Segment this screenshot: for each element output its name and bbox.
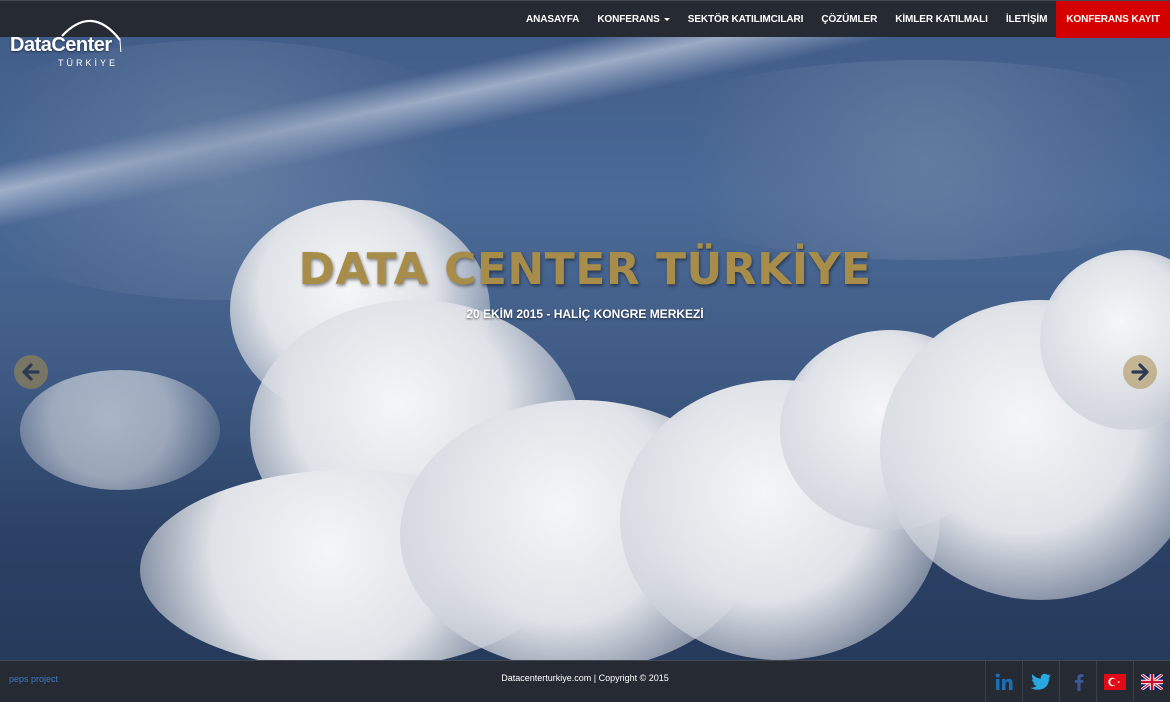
twitter-icon [1030, 673, 1051, 690]
facebook-icon [1074, 674, 1084, 691]
linkedin-button[interactable] [985, 661, 1022, 702]
logo-text: DataCenter [10, 34, 112, 56]
logo-subtext: TÜRKİYE [58, 58, 119, 68]
hero-background [0, 0, 1170, 660]
nav-menu: ANASAYFA KONFERANS SEKTÖR KATILIMCILARI … [517, 1, 1170, 38]
language-turkish-button[interactable] [1096, 661, 1133, 702]
top-navbar: ANASAYFA KONFERANS SEKTÖR KATILIMCILARI … [0, 0, 1170, 38]
arrow-left-icon [22, 363, 40, 381]
nav-item-iletisim[interactable]: İLETİŞİM [997, 1, 1056, 38]
carousel-prev-button[interactable] [14, 355, 48, 389]
twitter-button[interactable] [1022, 661, 1059, 702]
arrow-right-icon [1131, 363, 1149, 381]
footer: peps project Datacenterturkiye.com | Cop… [0, 660, 1170, 702]
nav-item-konferans-kayit[interactable]: KONFERANS KAYIT [1056, 1, 1170, 38]
hero-title: DATA CENTER TÜRKİYE [298, 244, 872, 295]
linkedin-icon [995, 673, 1013, 690]
nav-item-konferans[interactable]: KONFERANS [588, 1, 678, 38]
social-links [985, 661, 1170, 702]
nav-item-anasayfa[interactable]: ANASAYFA [517, 1, 588, 38]
uk-flag-icon [1141, 674, 1163, 690]
site-logo[interactable]: DataCenter TÜRKİYE [10, 12, 130, 72]
hero-subtitle: 20 EKİM 2015 - HALİÇ KONGRE MERKEZİ [466, 307, 704, 321]
nav-item-sektor-katilimcilari[interactable]: SEKTÖR KATILIMCILARI [679, 1, 813, 38]
caret-down-icon [663, 17, 670, 21]
turkish-flag-icon [1104, 674, 1126, 690]
nav-item-cozumler[interactable]: ÇÖZÜMLER [812, 1, 886, 38]
language-english-button[interactable] [1133, 661, 1170, 702]
carousel-next-button[interactable] [1123, 355, 1157, 389]
nav-item-kimler-katilmali[interactable]: KİMLER KATILMALI [886, 1, 997, 38]
facebook-button[interactable] [1059, 661, 1096, 702]
